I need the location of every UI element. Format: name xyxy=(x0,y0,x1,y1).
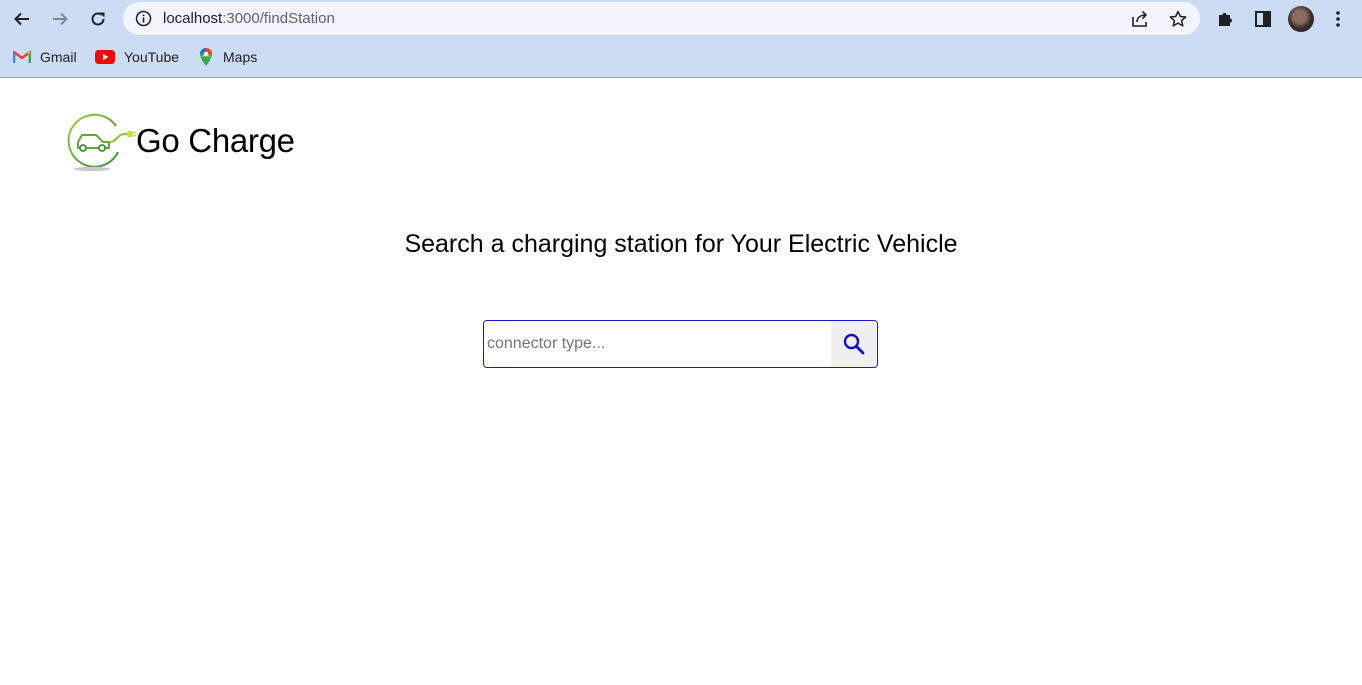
back-button[interactable] xyxy=(7,4,37,34)
bookmark-label: Maps xyxy=(223,49,258,65)
connector-type-input[interactable] xyxy=(484,321,831,367)
share-icon xyxy=(1132,10,1148,27)
bookmarks-bar: Gmail YouTube Maps xyxy=(0,38,1362,78)
share-button[interactable] xyxy=(1129,8,1151,30)
bookmark-star-button[interactable] xyxy=(1167,8,1189,30)
gmail-icon xyxy=(13,50,31,63)
back-arrow-icon xyxy=(14,12,29,26)
bookmark-maps[interactable]: Maps xyxy=(198,46,257,68)
go-charge-logo[interactable] xyxy=(66,112,136,174)
puzzle-icon xyxy=(1219,13,1232,26)
side-panel-icon xyxy=(1255,11,1271,27)
search-button[interactable] xyxy=(831,321,877,367)
star-icon xyxy=(1169,10,1187,27)
forward-arrow-icon xyxy=(53,12,68,26)
url-path: :3000/findStation xyxy=(222,10,335,27)
maps-icon xyxy=(200,48,212,66)
bookmark-label: YouTube xyxy=(124,49,180,65)
address-bar[interactable]: localhost:3000/findStation xyxy=(123,2,1200,35)
url-text: localhost:3000/findStation xyxy=(163,10,335,27)
bookmark-youtube[interactable]: YouTube xyxy=(95,46,179,68)
bookmark-gmail[interactable]: Gmail xyxy=(13,46,77,68)
search-form xyxy=(483,320,878,368)
browser-menu-button[interactable] xyxy=(1324,5,1352,33)
side-panel-button[interactable] xyxy=(1249,5,1277,33)
extensions-button[interactable] xyxy=(1211,5,1239,33)
kebab-menu-icon xyxy=(1336,11,1340,27)
reload-button[interactable] xyxy=(83,4,113,34)
bookmark-label: Gmail xyxy=(40,49,77,65)
forward-button[interactable] xyxy=(45,4,75,34)
page-headline: Search a charging station for Your Elect… xyxy=(404,230,958,258)
site-info-icon[interactable] xyxy=(135,10,152,27)
url-host: localhost xyxy=(163,10,223,27)
browser-toolbar: localhost:3000/findStation xyxy=(0,0,1362,38)
brand-title: Go Charge xyxy=(136,122,295,159)
search-icon xyxy=(843,333,865,355)
reload-icon xyxy=(91,12,105,26)
profile-avatar[interactable] xyxy=(1288,6,1314,32)
youtube-icon xyxy=(95,50,115,64)
